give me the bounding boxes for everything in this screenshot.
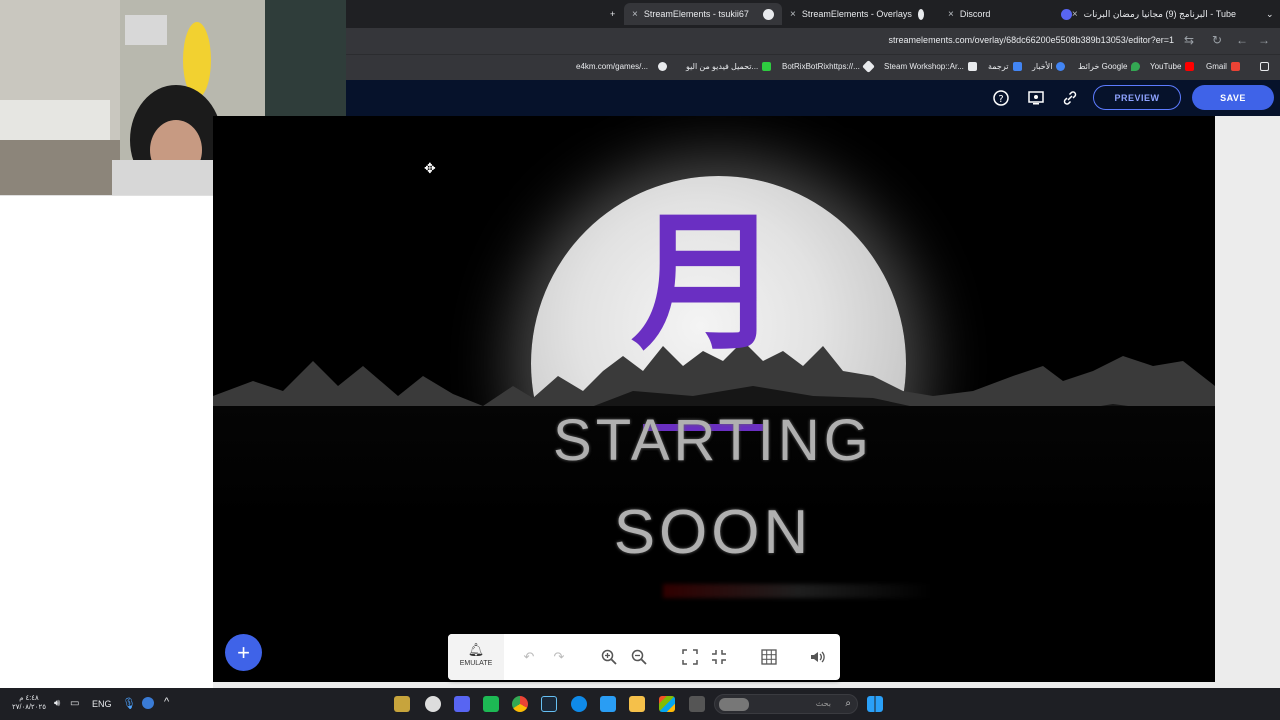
app-icon[interactable]	[394, 696, 410, 712]
windows-start-icon[interactable]	[867, 696, 883, 712]
search-icon: ⌕	[845, 698, 851, 709]
all-bookmarks-icon[interactable]	[1260, 62, 1269, 71]
gmail-icon	[1230, 62, 1240, 71]
tab-discord[interactable]: × Discord	[940, 3, 1080, 25]
address-bar: streamelements.com/overlay/68dc66200e550…	[346, 28, 1280, 54]
bookmark-gmail[interactable]: Gmail	[1206, 62, 1240, 71]
news-icon	[1056, 62, 1066, 71]
back-icon[interactable]: ←	[1236, 33, 1248, 47]
settings-icon[interactable]	[425, 696, 441, 712]
emulate-button[interactable]: 🔔︎ EMULATE	[448, 634, 504, 680]
url-input[interactable]: streamelements.com/overlay/68dc66200e550…	[889, 35, 1174, 45]
tray-app-icon[interactable]	[142, 697, 154, 709]
tab-youtube[interactable]: Tube - البرنامج (9) مجانيا رمضان البرنات…	[1072, 3, 1250, 25]
windows-taskbar: ٤:٤٨ م ٢٧/٠٨/٢٠٢٥ 🔊︎ ▭ ENG 🎙︎ ^ بحث ⌕	[0, 688, 1280, 720]
soon-text: SOON	[613, 498, 813, 567]
tab-streamelements-editor[interactable]: × StreamElements - tsukii67	[624, 3, 782, 25]
youtube-icon	[1185, 62, 1195, 71]
globe-icon	[658, 62, 667, 71]
translate-icon	[1012, 62, 1022, 71]
widgets-panel	[0, 195, 213, 688]
volume-icon[interactable]	[809, 648, 827, 666]
discord-icon[interactable]	[454, 696, 470, 712]
language-indicator[interactable]: ENG	[92, 699, 112, 709]
close-icon[interactable]: ×	[1072, 9, 1078, 20]
moon-kanji-logo: 月	[630, 197, 781, 371]
bookmark-icon	[762, 62, 772, 71]
bell-icon: 🔔︎	[467, 642, 485, 657]
bookmark-google-maps[interactable]: خرائط Google	[1078, 62, 1141, 71]
clock[interactable]: ٤:٤٨ م ٢٧/٠٨/٢٠٢٥	[12, 694, 46, 712]
map-pin-icon	[1131, 62, 1141, 71]
help-icon[interactable]: ?	[993, 90, 1009, 106]
steam-icon	[967, 62, 977, 71]
zoom-out-icon[interactable]	[630, 648, 648, 666]
grid-icon	[1260, 62, 1269, 71]
svg-text:?: ?	[998, 94, 1003, 105]
bookmarks-bar: e4km.com/games/... تحميل فيديو من اليو..…	[346, 54, 1280, 80]
add-widget-button[interactable]: +	[225, 634, 262, 671]
taskbar-search-input[interactable]: بحث ⌕	[714, 694, 858, 714]
bookmark-globe-icon[interactable]	[658, 62, 667, 71]
store-icon[interactable]	[659, 696, 675, 712]
preview-button[interactable]: PREVIEW	[1093, 85, 1181, 110]
starting-text: STARTING	[553, 408, 873, 473]
streamelements-icon	[917, 8, 924, 20]
redo-icon[interactable]: ↷	[550, 648, 568, 666]
tray-expand-icon[interactable]: ^	[164, 696, 169, 708]
forward-icon[interactable]: →	[1258, 33, 1270, 47]
screen-settings-icon[interactable]	[1028, 90, 1044, 106]
bookmark-steam-workshop[interactable]: Steam Workshop::Ar...	[884, 62, 977, 71]
search-highlight-icon	[719, 698, 749, 711]
volume-tray-icon[interactable]: 🔊︎	[54, 698, 60, 709]
canvas-toolbar: 🔔︎ EMULATE ↶ ↷	[448, 634, 840, 680]
move-cursor-icon: ✥	[424, 160, 436, 176]
diamond-icon	[861, 60, 875, 73]
actual-size-icon[interactable]	[710, 648, 728, 666]
app-icon[interactable]	[689, 696, 705, 712]
grid-icon[interactable]	[760, 648, 778, 666]
bookmark-youtube[interactable]: YouTube	[1150, 62, 1195, 71]
audio-icon	[763, 8, 774, 20]
site-settings-icon[interactable]: ⇆	[1184, 33, 1194, 47]
fit-screen-icon[interactable]	[681, 648, 699, 666]
bookmark-translate[interactable]: ترجمة	[988, 62, 1022, 71]
microphone-icon[interactable]: 🎙︎	[122, 697, 136, 710]
reload-icon[interactable]: ↻	[1212, 33, 1222, 47]
network-icon[interactable]: ▭	[70, 698, 79, 709]
bookmark-video-download[interactable]: تحميل فيديو من اليو...	[686, 62, 772, 71]
tab-streamelements-overlays[interactable]: × StreamElements - Overlays	[782, 3, 932, 25]
close-icon[interactable]: ×	[632, 9, 638, 20]
link-icon[interactable]	[1062, 90, 1078, 106]
bookmark-news[interactable]: الأخبار	[1032, 62, 1066, 71]
app-icon[interactable]	[600, 696, 616, 712]
steam-icon[interactable]	[541, 696, 557, 712]
loading-dots	[663, 584, 933, 598]
close-icon[interactable]: ×	[790, 9, 796, 20]
save-button[interactable]: SAVE	[1192, 85, 1274, 110]
overlay-canvas[interactable]: 月 STARTING SOON	[213, 116, 1215, 682]
tab-search-chevron-icon[interactable]: ⌄	[1258, 3, 1280, 25]
app-icon[interactable]	[483, 696, 499, 712]
bookmark-e4km[interactable]: e4km.com/games/...	[576, 62, 648, 71]
browser-tab-strip: + × StreamElements - tsukii67 × StreamEl…	[346, 0, 1280, 28]
editor-header: ? PREVIEW SAVE	[346, 80, 1280, 116]
discord-icon	[1061, 8, 1072, 20]
right-panel	[1215, 116, 1280, 688]
bookmark-botrix[interactable]: BotRixBotRixhttps://...	[782, 60, 875, 73]
edge-icon[interactable]	[571, 696, 587, 712]
undo-icon[interactable]: ↶	[520, 648, 538, 666]
new-tab-button[interactable]: +	[602, 3, 623, 25]
zoom-in-icon[interactable]	[600, 648, 618, 666]
close-icon[interactable]: ×	[948, 9, 954, 20]
chrome-icon[interactable]	[512, 696, 528, 712]
file-explorer-icon[interactable]	[629, 696, 645, 712]
